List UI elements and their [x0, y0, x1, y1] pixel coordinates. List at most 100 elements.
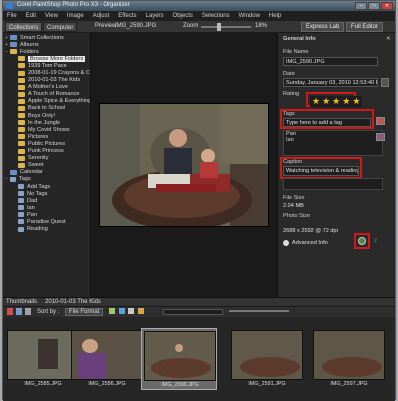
minimize-button[interactable]: –	[355, 2, 367, 10]
tag-input[interactable]	[283, 118, 371, 127]
remove-tag-icon[interactable]	[376, 133, 385, 141]
star-icon[interactable]: ★	[352, 97, 360, 106]
delete-icon[interactable]	[7, 308, 13, 315]
tree-item[interactable]: A Mother's Love	[3, 84, 90, 91]
tree-item[interactable]: 2008-01-19 Crayons & Co.	[3, 69, 90, 76]
menu-layers[interactable]: Layers	[146, 13, 164, 19]
sort-dropdown[interactable]: File Format	[65, 308, 104, 316]
preview-photo[interactable]	[99, 103, 269, 227]
menu-edit[interactable]: Edit	[26, 13, 36, 19]
rating-stars[interactable]: ★ ★ ★ ★ ★	[310, 96, 363, 107]
panel-close-icon[interactable]: ✕	[386, 36, 391, 42]
tree-item[interactable]: Sweet	[3, 162, 90, 169]
menu-selections[interactable]: Selections	[202, 13, 230, 19]
menu-window[interactable]: Window	[239, 13, 260, 19]
caption-field[interactable]: Watching television & reading	[283, 166, 359, 176]
menu-objects[interactable]: Objects	[173, 13, 193, 19]
tree-item[interactable]: Dad	[3, 197, 90, 204]
select-icon[interactable]	[128, 308, 135, 314]
refresh-icon[interactable]	[118, 308, 125, 314]
maximize-button[interactable]: □	[368, 2, 380, 10]
tree-item[interactable]: Punk Princess	[3, 148, 90, 155]
menu-effects[interactable]: Effects	[118, 13, 136, 19]
menu-view[interactable]: View	[45, 13, 58, 19]
caption-area[interactable]	[283, 178, 383, 190]
app-icon	[6, 3, 13, 9]
tree-item[interactable]: + Smart Collections	[3, 34, 90, 41]
tree-item[interactable]: Reading	[3, 226, 90, 233]
folder-tree: + Smart Collections + Albums − Folders Browse …	[3, 33, 90, 233]
tree-item[interactable]: Back to School	[3, 105, 90, 112]
tree-item[interactable]: Ian	[3, 204, 90, 211]
calendar-icon[interactable]	[381, 78, 389, 87]
thumbnail-item-selected[interactable]: IMG_2590.JPG	[141, 328, 217, 390]
thumbnail-size-slider[interactable]	[229, 310, 289, 312]
add-tag-icon[interactable]	[376, 117, 385, 125]
tree-item[interactable]: Browse More Folders	[3, 55, 90, 62]
thumbnail-item[interactable]: IMG_2591.JPG	[229, 328, 305, 390]
full-editor-button[interactable]: Full Editor	[346, 22, 384, 32]
tree-item[interactable]: My Covid Shows	[3, 126, 90, 133]
tree-item[interactable]: In the Jungle	[3, 119, 90, 126]
tree-item-label: Serenity	[28, 155, 49, 162]
tree-item[interactable]: Apple Spice & Everything N	[3, 98, 90, 105]
tab-computer[interactable]: Computer	[43, 22, 78, 32]
info-arrow-icon[interactable]: ♪	[374, 237, 378, 244]
tree-item-label: Sweet	[28, 162, 44, 169]
tree-item-label: Back to School	[28, 105, 66, 112]
thumbnail-search-input[interactable]	[163, 309, 223, 315]
tree-item[interactable]: Paradise Quest	[3, 218, 90, 225]
tree-item[interactable]: Public Pictures	[3, 140, 90, 147]
star-icon[interactable]: ★	[332, 97, 340, 106]
tree-item[interactable]: + Albums	[3, 41, 90, 48]
tree-item[interactable]: Pictures	[3, 133, 90, 140]
zoom-slider-thumb[interactable]	[217, 23, 221, 31]
tree-item[interactable]: − Tags	[3, 176, 90, 183]
menu-adjust[interactable]: Adjust	[93, 13, 110, 19]
date-field[interactable]: Sunday, January 03, 2010 12:53:40 PM	[283, 78, 378, 87]
tree-item[interactable]: 2010-01-03 The Kids	[3, 77, 90, 84]
tag-item[interactable]: Ian	[284, 137, 382, 143]
menu-help[interactable]: Help	[269, 13, 281, 19]
star-icon[interactable]: ★	[312, 97, 320, 106]
tag-icon	[10, 176, 16, 182]
edit-icon[interactable]	[16, 308, 22, 315]
thumbnail-image	[313, 330, 385, 380]
advanced-info-radio-icon[interactable]	[283, 240, 289, 246]
thumbnail-item[interactable]: IMG_2597.JPG	[311, 328, 387, 390]
star-icon[interactable]: ★	[322, 97, 330, 106]
tree-item-label: Pictures	[28, 133, 49, 140]
tree-item[interactable]: Serenity	[3, 155, 90, 162]
zoom-slider[interactable]	[201, 26, 251, 28]
folder-icon	[18, 84, 25, 90]
tree-item[interactable]: No Tags	[3, 190, 90, 197]
map-pin-icon[interactable]	[358, 237, 366, 245]
app-window: Corel PaintShop Photo Pro X3 - Organizer…	[2, 0, 396, 401]
star-icon[interactable]: ★	[342, 97, 350, 106]
tree-item[interactable]: Calendar	[3, 169, 90, 176]
thumbnail-item[interactable]: IMG_2586.JPG	[69, 328, 145, 390]
tree-item[interactable]: − Folders	[3, 48, 90, 55]
thumbnail-caption: IMG_2586.JPG	[88, 381, 126, 387]
tags-label: Tags	[283, 111, 295, 117]
menu-image[interactable]: Image	[67, 13, 84, 19]
file-name-field[interactable]: IMG_2590.JPG	[283, 57, 378, 66]
tab-thumbnails[interactable]: Thumbnails	[6, 299, 37, 305]
menu-file[interactable]: File	[7, 13, 17, 19]
tree-item[interactable]: Add Tags	[3, 183, 90, 190]
express-lab-button[interactable]: Express Lab	[301, 22, 345, 32]
filter-icon[interactable]	[109, 308, 115, 314]
preview-pane	[91, 33, 277, 297]
copy-icon[interactable]	[25, 308, 31, 315]
close-button[interactable]: ✕	[381, 2, 393, 10]
tree-item-label: A Mother's Love	[28, 84, 68, 91]
caption-label: Caption	[283, 159, 303, 165]
star-filter-icon[interactable]	[138, 308, 145, 314]
tab-collections[interactable]: Collections	[5, 22, 43, 32]
tree-item[interactable]: A Touch of Romance	[3, 91, 90, 98]
tree-item[interactable]: Boys Only!	[3, 112, 90, 119]
tree-item[interactable]: Pan	[3, 211, 90, 218]
tree-item[interactable]: 1939 Tom Pace	[3, 62, 90, 69]
advanced-info-toggle[interactable]: Advanced Info	[292, 240, 328, 246]
preview-filename: IMG_2590.JPG	[115, 23, 157, 29]
